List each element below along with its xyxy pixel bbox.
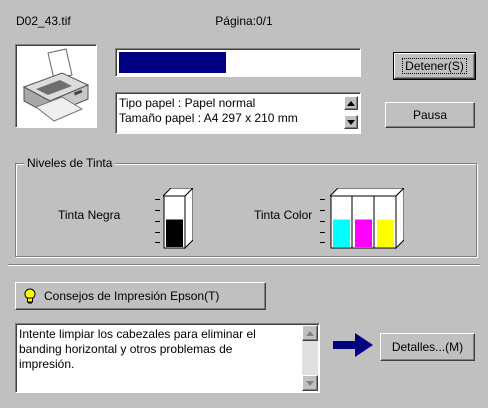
print-progress-bar — [115, 48, 361, 77]
arrow-right-icon — [333, 333, 373, 360]
tip-scroll-down-button[interactable] — [302, 375, 318, 391]
black-ink-cartridge — [161, 186, 195, 250]
tip-scrollbar[interactable] — [302, 325, 318, 391]
color-ink-scale — [320, 199, 326, 243]
stop-button-label: Detener(S) — [402, 58, 467, 74]
black-ink-fill — [166, 219, 183, 247]
magenta-ink-fill — [355, 219, 372, 247]
pause-button-label: Pausa — [412, 108, 448, 122]
color-ink-cartridge — [328, 186, 406, 250]
tip-message-text: Intente limpiar los cabezales para elimi… — [19, 327, 256, 371]
yellow-ink-fill — [377, 219, 394, 247]
cyan-ink-fill — [333, 219, 350, 247]
black-ink-scale — [155, 199, 161, 243]
scroll-up-button[interactable] — [344, 96, 358, 110]
details-button[interactable]: Detalles...(M) — [380, 333, 475, 361]
section-divider — [8, 264, 480, 266]
black-ink-label: Tinta Negra — [58, 208, 121, 222]
tip-message-box: Intente limpiar los cabezales para elimi… — [15, 323, 320, 393]
ink-levels-title: Niveles de Tinta — [24, 156, 116, 170]
printer-icon — [15, 44, 97, 128]
paper-size-text: Tamaño papel : A4 297 x 210 mm — [119, 111, 298, 125]
epson-tips-button[interactable]: Consejos de Impresión Epson(T) — [15, 282, 266, 310]
pause-button[interactable]: Pausa — [385, 102, 475, 128]
tip-scroll-up-button[interactable] — [302, 325, 318, 341]
lightbulb-icon — [24, 288, 36, 304]
color-ink-label: Tinta Color — [254, 208, 313, 222]
page-counter: Página:0/1 — [215, 14, 273, 28]
progress-fill — [119, 52, 226, 73]
paper-info-box: Tipo papel : Papel normal Tamaño papel :… — [115, 92, 361, 134]
details-button-label: Detalles...(M) — [391, 340, 464, 354]
stop-button[interactable]: Detener(S) — [393, 52, 476, 80]
paper-type-text: Tipo papel : Papel normal — [119, 96, 256, 110]
epson-tips-label: Consejos de Impresión Epson(T) — [44, 289, 220, 303]
scroll-down-button[interactable] — [344, 115, 358, 129]
